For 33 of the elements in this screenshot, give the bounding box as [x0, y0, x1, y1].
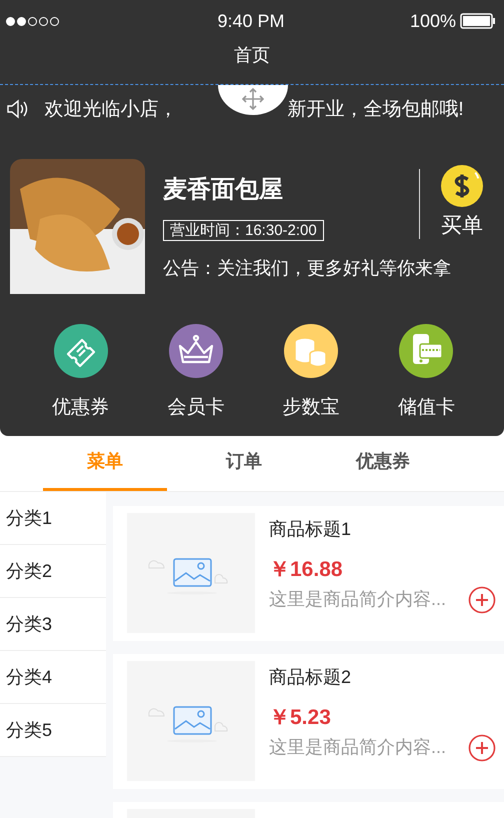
shortcut-button[interactable]: 会员卡	[156, 324, 236, 420]
shortcut-button[interactable]: 步数宝	[271, 324, 352, 420]
shop-name: 麦香面包屋	[163, 175, 284, 205]
status-time: 9:40 PM	[217, 10, 285, 32]
dollar-coin-icon	[440, 165, 484, 207]
notice-text: 新开业，全场包邮哦!	[287, 98, 464, 122]
product-description: 这里是商品简介内容...	[269, 588, 446, 611]
product-price: ￥16.88	[269, 557, 344, 583]
tab[interactable]: 优惠券	[321, 436, 445, 491]
category-item[interactable]: 分类2	[0, 545, 106, 598]
notice-text: 欢迎光临小店，	[44, 98, 178, 122]
category-item[interactable]: 分类3	[0, 598, 106, 651]
add-icon[interactable]	[468, 734, 496, 762]
pay-button[interactable]: 买单	[419, 169, 504, 239]
drag-handle	[218, 85, 288, 115]
tab[interactable]: 订单	[182, 436, 306, 491]
image-placeholder-icon	[127, 513, 255, 633]
product-price: ￥5.23	[269, 705, 332, 731]
speaker-icon	[6, 99, 30, 119]
add-icon[interactable]	[468, 586, 496, 614]
category-item[interactable]: 分类1	[0, 492, 106, 545]
battery-percent: 100%	[410, 10, 456, 32]
shortcut-button[interactable]: 储值卡	[386, 324, 466, 420]
image-placeholder-icon	[127, 661, 255, 781]
announcement: 公告：关注我们，更多好礼等你来拿	[162, 257, 452, 280]
category-item[interactable]: 分类5	[0, 704, 106, 757]
product-title: 商品标题1	[269, 518, 352, 541]
business-hours: 营业时间：16:30-2:00	[163, 220, 324, 241]
category-item[interactable]: 分类4	[0, 651, 106, 704]
shortcut-button[interactable]: 优惠券	[40, 324, 121, 420]
battery-icon	[460, 13, 496, 29]
product-title: 商品标题2	[269, 666, 352, 689]
product-description: 这里是商品简介内容...	[269, 736, 446, 759]
